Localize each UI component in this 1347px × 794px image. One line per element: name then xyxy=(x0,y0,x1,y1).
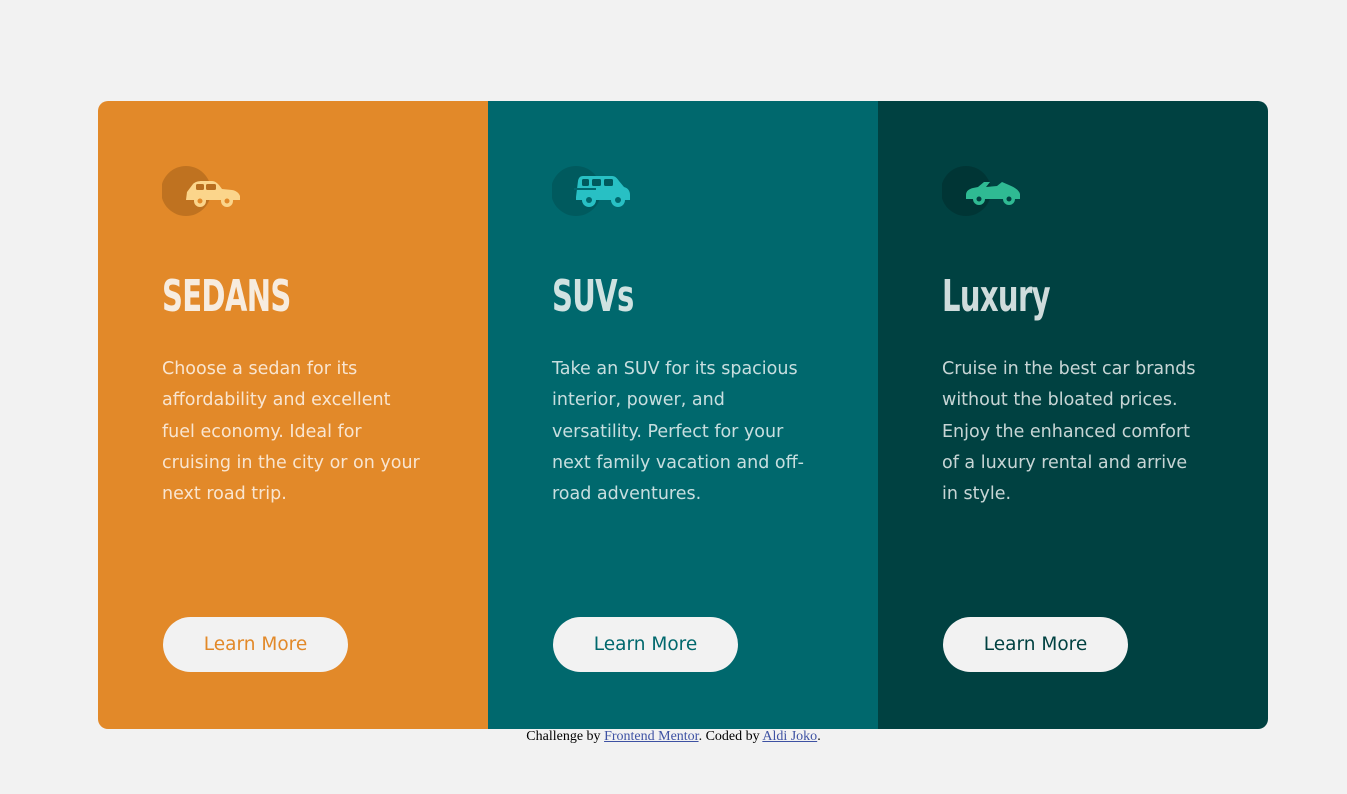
card-description: Take an SUV for its spacious interior, p… xyxy=(552,359,804,505)
card-description: Choose a sedan for its affordability and… xyxy=(162,359,420,505)
suv-car-icon xyxy=(552,165,634,217)
author-link[interactable]: Aldi Joko xyxy=(762,729,817,744)
card-description: Cruise in the best car brands without th… xyxy=(942,359,1196,505)
card-title: SEDANS xyxy=(162,271,291,322)
luxury-car-icon xyxy=(942,165,1024,217)
attribution-suffix: . xyxy=(817,729,821,744)
car-cards-container: SEDANS Choose a sedan for its affordabil… xyxy=(98,101,1268,729)
frontend-mentor-link[interactable]: Frontend Mentor xyxy=(604,729,699,744)
card-title: SUVs xyxy=(552,271,634,322)
learn-more-button[interactable]: Learn More xyxy=(943,617,1128,672)
suvs-card: SUVs Take an SUV for its spacious interi… xyxy=(488,101,878,729)
learn-more-button[interactable]: Learn More xyxy=(163,617,348,672)
attribution-prefix: Challenge by xyxy=(526,729,605,744)
attribution-middle: . Coded by xyxy=(698,729,763,744)
sedans-card: SEDANS Choose a sedan for its affordabil… xyxy=(98,101,488,729)
sedan-car-icon xyxy=(162,165,244,217)
learn-more-button[interactable]: Learn More xyxy=(553,617,738,672)
luxury-card: Luxury Cruise in the best car brands wit… xyxy=(878,101,1268,729)
attribution-footer: Challenge by Frontend Mentor. Coded by A… xyxy=(0,728,1347,746)
card-title: Luxury xyxy=(942,271,1051,322)
